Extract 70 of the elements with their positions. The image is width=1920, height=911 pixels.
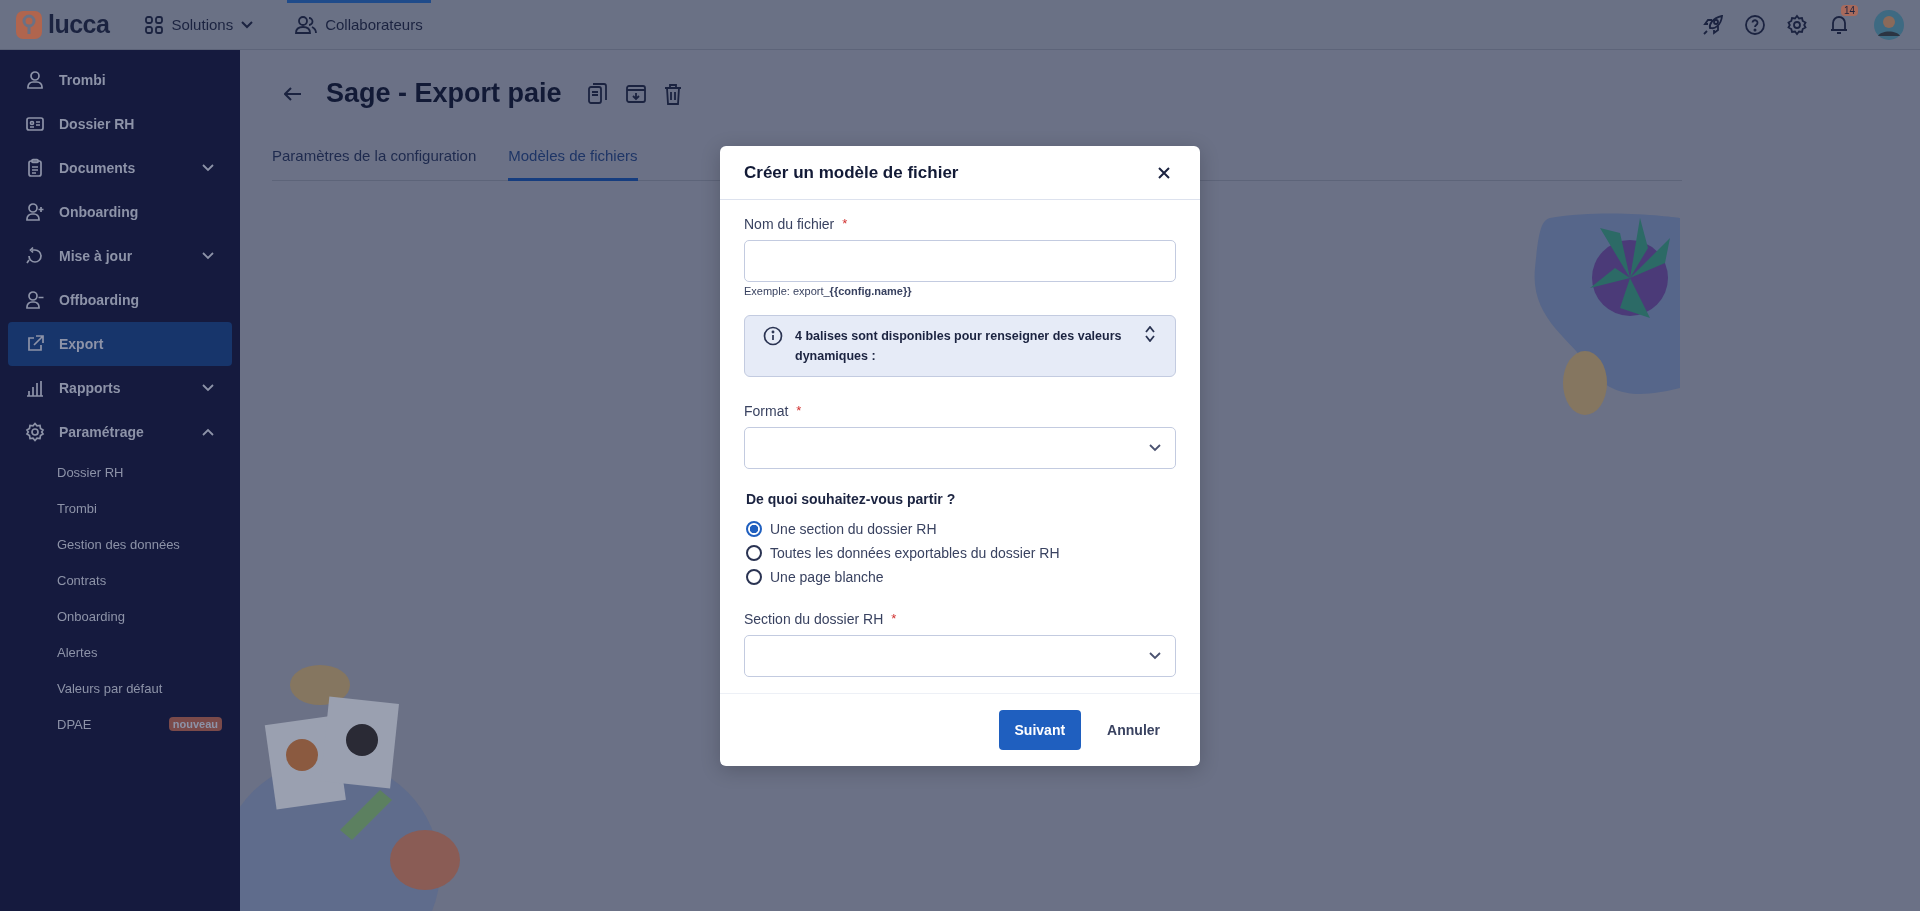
sidebar-item[interactable]: Offboarding <box>8 278 232 322</box>
required-mark: * <box>796 403 802 419</box>
required-mark: * <box>891 611 897 627</box>
chevron-down-icon <box>1149 444 1161 452</box>
sidebar-subitem[interactable]: Gestion des données <box>57 536 180 552</box>
sidebar-item[interactable]: Paramétrage <box>8 410 232 454</box>
notification-badge: 14 <box>1840 4 1858 16</box>
sidebar-subitem[interactable]: Alertes <box>57 644 98 660</box>
radio-option[interactable]: Une page blanche <box>744 565 1176 589</box>
card-icon <box>25 114 45 134</box>
back-arrow-icon[interactable] <box>284 86 302 101</box>
chevron-down-icon <box>241 20 254 29</box>
info-text: 4 balises sont disponibles pour renseigner des valeurs dynamiques : <box>795 328 1123 365</box>
person-icon <box>25 70 45 90</box>
dialog-title: Créer un modèle de fichier <box>744 162 959 183</box>
person-minus-icon <box>25 290 45 310</box>
cancel-button[interactable]: Annuler <box>1091 710 1176 750</box>
settings-icon[interactable] <box>1786 13 1808 36</box>
radio-option[interactable]: Une section du dossier RH <box>744 517 1176 541</box>
sidebar-item[interactable]: Onboarding <box>8 190 232 234</box>
tab[interactable]: Paramètres de la configuration <box>272 139 477 181</box>
sidebar-item[interactable]: Trombi <box>8 58 232 102</box>
question-label: De quoi souhaitez-vous partir ? <box>746 491 957 507</box>
close-icon[interactable] <box>1158 166 1170 179</box>
new-badge: nouveau <box>168 717 222 731</box>
nav-link[interactable]: Collaborateurs <box>287 0 431 50</box>
people-icon <box>295 15 318 34</box>
required-mark: * <box>842 216 848 232</box>
nav-link[interactable]: Solutions <box>137 0 262 50</box>
field-label: Section du dossier RH <box>744 611 884 627</box>
export-icon <box>25 334 45 354</box>
radio-option[interactable]: Toutes les données exportables du dossier RH <box>744 541 1176 565</box>
sidebar-subitem[interactable]: Dossier RH <box>57 464 124 480</box>
info-icon <box>763 326 783 346</box>
logo-icon <box>16 10 42 39</box>
field-hint: Exemple: export_{{config.name}} <box>744 285 913 297</box>
select-field[interactable] <box>744 427 1176 469</box>
chart-icon <box>25 378 45 398</box>
sidebar-item[interactable]: Export <box>8 322 232 366</box>
grid-icon <box>145 15 164 34</box>
select-field[interactable] <box>744 635 1176 677</box>
sidebar-item[interactable]: Rapports <box>8 366 232 410</box>
input-field[interactable] <box>744 240 1176 282</box>
gear-icon <box>25 422 45 442</box>
chevron-down-icon <box>1149 652 1161 660</box>
trash-icon[interactable] <box>663 82 682 105</box>
sidebar-subitem[interactable]: DPAE <box>57 716 92 732</box>
refresh-icon <box>25 246 45 266</box>
avatar-icon[interactable] <box>1874 9 1904 40</box>
clipboard-icon <box>25 158 45 178</box>
help-icon[interactable] <box>1744 13 1766 36</box>
next-button[interactable]: Suivant <box>998 710 1082 750</box>
copy-icon[interactable] <box>587 82 608 105</box>
info-panel[interactable]: 4 balises sont disponibles pour renseigner des valeurs dynamiques : <box>744 315 1176 377</box>
sidebar-item[interactable]: Dossier RH <box>8 102 232 146</box>
page-title: Sage - Export paie <box>326 78 562 109</box>
sidebar-subitem[interactable]: Trombi <box>57 500 97 516</box>
bell-icon[interactable] <box>1828 13 1850 36</box>
person-plus-icon <box>25 202 45 222</box>
sidebar-item[interactable]: Documents <box>8 146 232 190</box>
field-label: Nom du fichier <box>744 216 835 232</box>
logo-text: lucca <box>48 10 110 39</box>
sidebar-subitem[interactable]: Valeurs par défaut <box>57 680 163 696</box>
sidebar-subitem[interactable]: Contrats <box>57 572 107 588</box>
field-label: Format <box>744 403 789 419</box>
rocket-icon[interactable] <box>1702 13 1724 36</box>
sidebar-item[interactable]: Mise à jour <box>8 234 232 278</box>
expand-icon[interactable] <box>1145 326 1155 342</box>
sidebar-subitem[interactable]: Onboarding <box>57 608 125 624</box>
archive-icon[interactable] <box>625 83 646 104</box>
